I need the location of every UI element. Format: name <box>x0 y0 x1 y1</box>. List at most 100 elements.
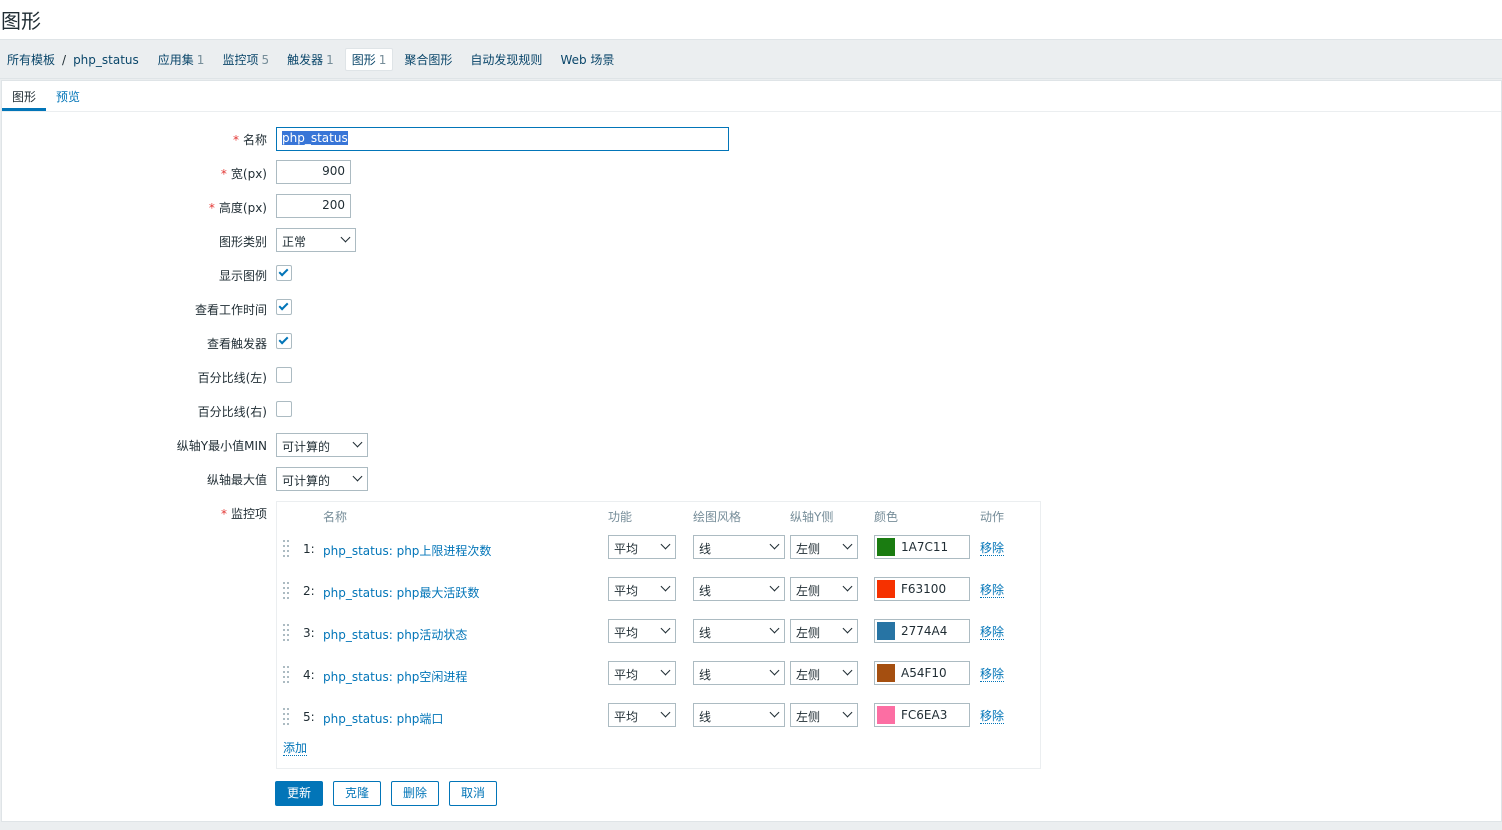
item-draw-style-select[interactable]: 线 <box>693 535 785 559</box>
item-y-axis-side-select[interactable]: 左侧 <box>790 703 858 727</box>
item-name-link[interactable]: php_status: php端口 <box>323 710 443 727</box>
cancel-button[interactable]: 取消 <box>449 781 497 806</box>
item-y-axis-side-value: 左侧 <box>796 626 821 640</box>
show-work-period-checkbox[interactable] <box>276 299 292 315</box>
percentile-right-checkbox[interactable] <box>276 401 292 417</box>
tab-preview[interactable]: 预览 <box>56 88 80 105</box>
graph-type-select[interactable]: 正常 <box>276 228 356 252</box>
item-name-link[interactable]: php_status: php空闲进程 <box>323 668 467 685</box>
item-name-link[interactable]: php_status: php活动状态 <box>323 626 467 643</box>
nav-item-label: Web 场景 <box>560 53 615 67</box>
item-name-link[interactable]: php_status: php最大活跃数 <box>323 584 479 601</box>
delete-button[interactable]: 删除 <box>391 781 439 806</box>
nav-item-graphs[interactable]: 图形 1 <box>344 48 394 71</box>
add-item-link[interactable]: 添加 <box>283 742 308 756</box>
item-draw-style-select[interactable]: 线 <box>693 577 785 601</box>
item-function-value: 平均 <box>614 710 639 724</box>
item-draw-style-value: 线 <box>699 542 712 556</box>
chevron-down-icon <box>842 581 853 592</box>
color-swatch[interactable] <box>877 538 895 556</box>
remove-item-link[interactable]: 移除 <box>980 668 1005 682</box>
item-function-select[interactable]: 平均 <box>608 577 676 601</box>
height-input[interactable]: 200 <box>276 194 351 218</box>
required-mark: * <box>232 133 239 147</box>
color-swatch[interactable] <box>877 622 895 640</box>
show-legend-checkbox[interactable] <box>276 265 292 281</box>
drag-handle-icon[interactable] <box>283 708 289 725</box>
nav-item-count: 1 <box>196 53 205 67</box>
item-y-axis-side-select[interactable]: 左侧 <box>790 535 858 559</box>
nav-item-count: 1 <box>326 53 334 67</box>
item-function-value: 平均 <box>614 668 639 682</box>
graph-items-table: 名称 功能 绘图风格 纵轴Y侧 颜色 动作 1: php_status: php上… <box>276 501 1041 769</box>
item-draw-style-select[interactable]: 线 <box>693 661 785 685</box>
item-draw-style-select[interactable]: 线 <box>693 619 785 643</box>
drag-handle-icon[interactable] <box>283 666 289 683</box>
graph-item-row: 1: php_status: php上限进程次数 平均 线 左侧 1A7C11 移除 <box>277 534 1040 564</box>
width-label: * 宽(px) <box>2 165 267 182</box>
chevron-down-icon <box>660 539 671 550</box>
width-input[interactable]: 900 <box>276 160 351 184</box>
name-input[interactable]: php_status <box>276 127 729 151</box>
color-swatch[interactable] <box>877 706 895 724</box>
item-function-select[interactable]: 平均 <box>608 661 676 685</box>
y-min-select[interactable]: 可计算的 <box>276 433 368 457</box>
nav-item-items[interactable]: 监控项 5 <box>222 51 269 68</box>
item-draw-style-value: 线 <box>699 584 712 598</box>
nav-item-discovery-rules[interactable]: 自动发现规则 <box>470 51 542 68</box>
show-triggers-checkbox[interactable] <box>276 333 292 349</box>
drag-handle-icon[interactable] <box>283 582 289 599</box>
item-y-axis-side-select[interactable]: 左侧 <box>790 661 858 685</box>
col-header-function: 功能 <box>608 510 633 524</box>
y-max-label: 纵轴最大值 <box>206 473 267 487</box>
item-function-select[interactable]: 平均 <box>608 535 676 559</box>
item-draw-style-select[interactable]: 线 <box>693 703 785 727</box>
remove-item-link[interactable]: 移除 <box>980 542 1005 556</box>
item-color-input[interactable]: F63100 <box>874 577 970 601</box>
tab-graph[interactable]: 图形 <box>12 88 36 105</box>
breadcrumb-template[interactable]: php_status <box>73 53 139 67</box>
nav-item-label: 应用集 <box>157 53 194 67</box>
show-triggers-label: 查看触发器 <box>206 337 267 351</box>
item-color-input[interactable]: 1A7C11 <box>874 535 970 559</box>
drag-handle-icon[interactable] <box>283 624 289 641</box>
nav-item-applications[interactable]: 应用集 1 <box>158 51 205 68</box>
remove-item-link[interactable]: 移除 <box>980 710 1005 724</box>
item-y-axis-side-value: 左侧 <box>796 668 821 682</box>
update-button[interactable]: 更新 <box>275 781 323 806</box>
col-header-color: 颜色 <box>874 510 899 524</box>
item-color-input[interactable]: FC6EA3 <box>874 703 970 727</box>
nav-item-count: 1 <box>378 53 387 67</box>
item-y-axis-side-select[interactable]: 左侧 <box>790 577 858 601</box>
remove-item-link[interactable]: 移除 <box>980 584 1005 598</box>
item-draw-style-value: 线 <box>699 668 712 682</box>
check-icon <box>278 266 289 277</box>
drag-handle-icon[interactable] <box>283 540 289 557</box>
item-function-select[interactable]: 平均 <box>608 619 676 643</box>
page-title: 图形 <box>0 0 1502 40</box>
nav-item-web-scenarios[interactable]: Web 场景 <box>560 51 614 68</box>
nav-item-triggers[interactable]: 触发器 1 <box>287 51 334 68</box>
item-color-input[interactable]: A54F10 <box>874 661 970 685</box>
y-min-value: 可计算的 <box>282 440 331 454</box>
item-name-link[interactable]: php_status: php上限进程次数 <box>323 542 491 559</box>
remove-item-link[interactable]: 移除 <box>980 626 1005 640</box>
clone-button[interactable]: 克隆 <box>333 781 381 806</box>
nav-item-label: 触发器 <box>287 53 324 67</box>
nav-item-screens[interactable]: 聚合图形 <box>404 51 452 68</box>
chevron-down-icon <box>769 539 780 550</box>
item-color-input[interactable]: 2774A4 <box>874 619 970 643</box>
breadcrumb-separator: / <box>62 52 67 67</box>
percentile-left-checkbox[interactable] <box>276 367 292 383</box>
color-swatch[interactable] <box>877 580 895 598</box>
y-max-select[interactable]: 可计算的 <box>276 467 368 491</box>
percentile-right-label: 百分比线(右) <box>197 405 267 419</box>
graph-item-row: 2: php_status: php最大活跃数 平均 线 左侧 F63100 移除 <box>277 576 1040 606</box>
item-function-select[interactable]: 平均 <box>608 703 676 727</box>
item-row-number: 2: <box>303 584 315 598</box>
item-y-axis-side-select[interactable]: 左侧 <box>790 619 858 643</box>
color-swatch[interactable] <box>877 664 895 682</box>
col-header-draw-style: 绘图风格 <box>693 510 742 524</box>
breadcrumb-all-templates[interactable]: 所有模板 <box>7 51 55 68</box>
col-header-y-axis-side: 纵轴Y侧 <box>790 510 834 524</box>
